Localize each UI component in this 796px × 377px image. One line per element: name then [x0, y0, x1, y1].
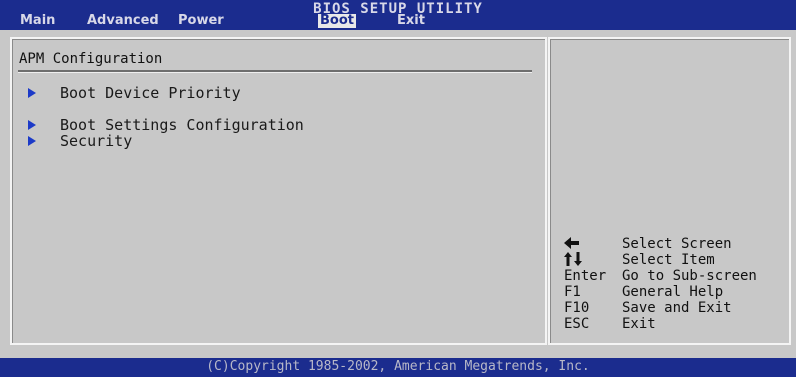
submenu-arrow-icon	[28, 88, 36, 98]
tab-main[interactable]: Main	[20, 14, 55, 28]
help-desc: Select Item	[622, 252, 715, 268]
copyright-text: (C)Copyright 1985-2002, American Megatre…	[206, 359, 590, 374]
help-key: F1	[564, 284, 581, 300]
tab-exit[interactable]: Exit	[397, 14, 425, 28]
menu-item-label: Security	[60, 132, 133, 150]
footer-bar: (C)Copyright 1985-2002, American Megatre…	[0, 358, 796, 377]
help-key: F10	[564, 300, 590, 316]
help-key: ESC	[564, 316, 590, 332]
help-desc: Exit	[622, 316, 656, 332]
submenu-arrow-icon	[28, 136, 36, 146]
submenu-arrow-icon	[28, 120, 36, 130]
help-desc: Go to Sub-screen	[622, 268, 757, 284]
help-desc: Save and Exit	[622, 300, 732, 316]
top-menu-bar: BIOS SETUP UTILITY Main Advanced Power B…	[0, 0, 796, 30]
help-desc: General Help	[622, 284, 724, 300]
section-title: APM Configuration	[19, 51, 163, 67]
menu-item-label: Boot Device Priority	[60, 84, 241, 102]
section-divider	[18, 70, 532, 73]
help-desc: Select Screen	[622, 236, 732, 252]
tab-power[interactable]: Power	[178, 14, 224, 28]
help-key: Enter	[564, 268, 607, 284]
tab-advanced[interactable]: Advanced	[87, 14, 159, 28]
tab-boot[interactable]: Boot	[318, 14, 356, 28]
